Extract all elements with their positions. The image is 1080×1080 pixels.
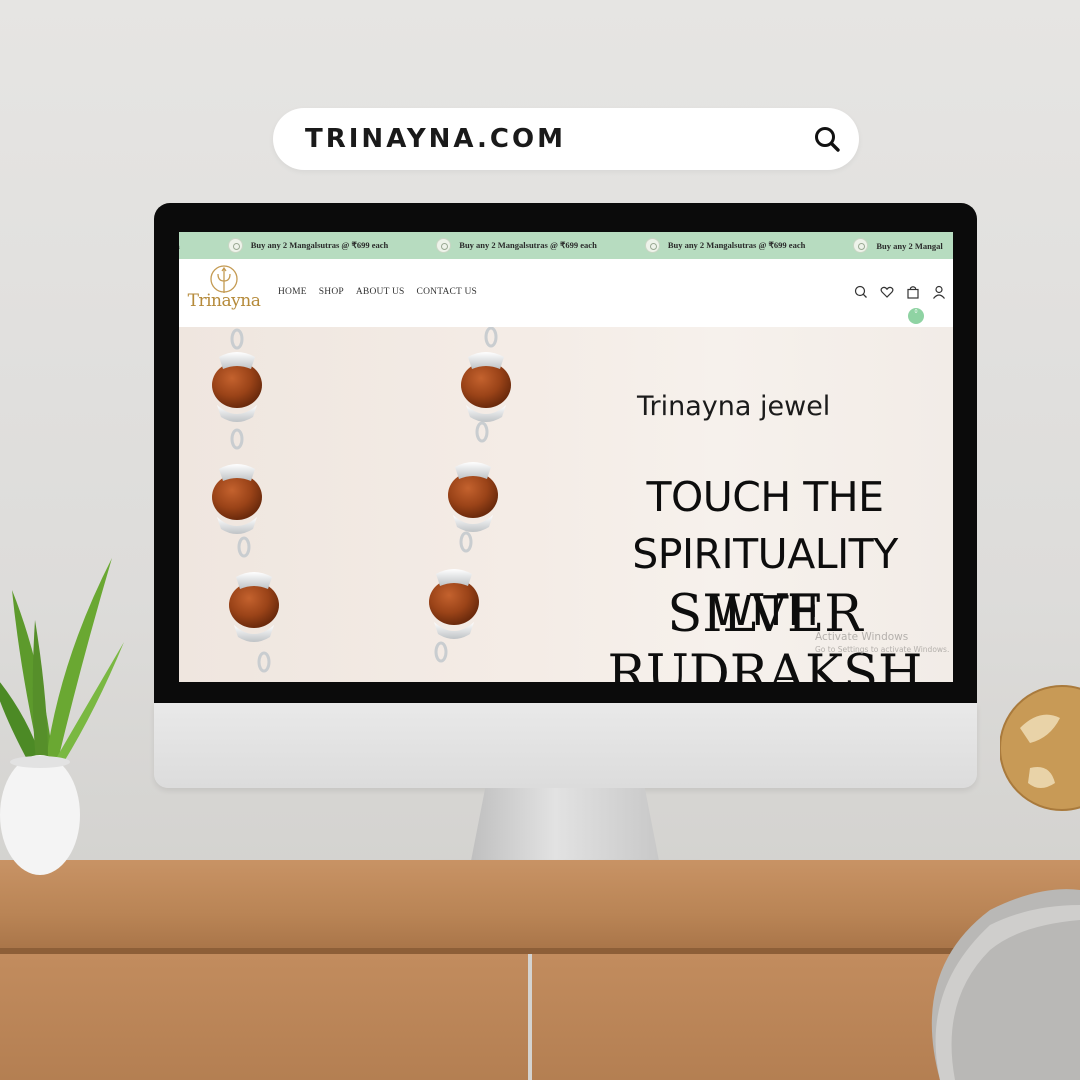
chair-image [931,889,1080,1080]
logo-wordmark: Trinayna [187,291,261,311]
monitor-chin [154,703,977,788]
user-icon[interactable] [931,284,947,300]
site-header: Trinayna HOME SHOP ABOUT US CONTACT US 0 [179,259,953,327]
nav-item-shop[interactable]: SHOP [319,287,344,297]
potted-plant-image [0,558,124,875]
desk-drawer [0,954,528,1080]
promo-item[interactable]: Buy any 2 Mangalsutras @ ₹699 each [436,238,597,253]
globe-image [1000,685,1080,811]
hero-subtitle: Trinayna jewel [637,391,831,422]
promo-badge-icon [853,238,869,253]
cart-count-badge: 0 [908,308,924,324]
promo-item[interactable]: Buy any 2 Mangalsutras @ ₹699 each [227,238,389,253]
nav-item-about-us[interactable]: ABOUT US [356,287,405,297]
site-logo[interactable]: Trinayna [183,265,265,321]
promo-item[interactable]: Buy any 2 Mangalsutras @ ₹699 each [644,238,806,253]
search-icon[interactable] [813,125,841,153]
promo-text: Buy any 2 Mangalsutras @ ₹699 each [667,240,806,250]
watermark-title: Activate Windows [815,631,909,643]
monitor-screen: ach Buy any 2 Mangalsutras @ ₹699 each B… [179,232,953,682]
cart-icon[interactable]: 0 [905,284,924,324]
promo-badge-icon [436,238,452,253]
promo-badge-icon [644,238,660,253]
windows-activation-watermark: Activate Windows Go to Settings to activ… [815,631,949,654]
promo-item[interactable]: Buy any 2 Mangal [853,238,943,253]
main-nav: HOME SHOP ABOUT US CONTACT US [278,287,477,297]
hero-banner[interactable]: Trinayna jewel TOUCH THE SPIRITUALITY WI… [179,327,953,682]
promo-bar: ach Buy any 2 Mangalsutras @ ₹699 each B… [179,232,953,259]
search-bar[interactable]: TRINAYNA.COM [273,108,859,170]
heart-icon[interactable] [879,284,895,300]
promo-badge-icon [227,238,243,253]
search-icon[interactable] [853,284,869,300]
monitor-stand-neck [470,788,660,866]
search-bar-text: TRINAYNA.COM [305,124,566,154]
promo-text: Buy any 2 Mangalsutras @ ₹699 each [459,240,597,250]
promo-text: ach [179,241,180,251]
header-actions: 0 [853,284,947,324]
nav-item-home[interactable]: HOME [278,287,307,297]
watermark-subtitle: Go to Settings to activate Windows. [815,645,950,654]
nav-item-contact-us[interactable]: CONTACT US [417,287,477,297]
promo-item[interactable]: ach [179,241,180,251]
promo-track: ach Buy any 2 Mangalsutras @ ₹699 each B… [179,232,953,259]
promo-text: Buy any 2 Mangal [876,240,943,251]
rudraksha-chain-image [212,327,511,673]
hero-heading-line: TOUCH THE [646,473,884,521]
promo-text: Buy any 2 Mangalsutras @ ₹699 each [250,240,389,250]
